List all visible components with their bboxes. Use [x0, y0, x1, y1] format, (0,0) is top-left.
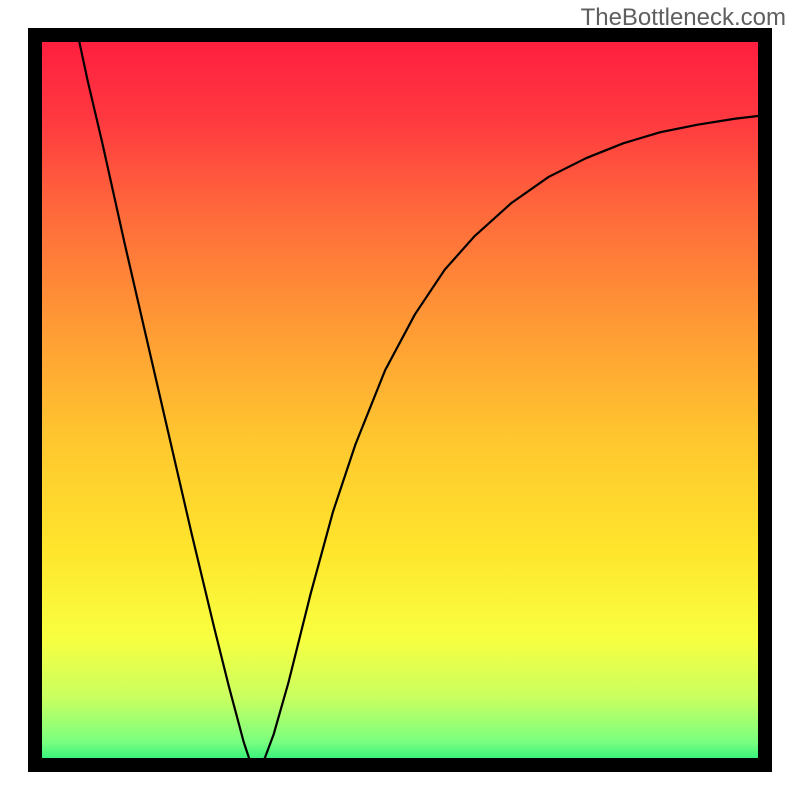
plot-frame — [28, 28, 772, 772]
watermark-text: TheBottleneck.com — [581, 4, 786, 32]
gradient-bg — [28, 28, 772, 772]
chart-container: TheBottleneck.com — [0, 0, 800, 800]
chart-svg — [28, 28, 772, 772]
